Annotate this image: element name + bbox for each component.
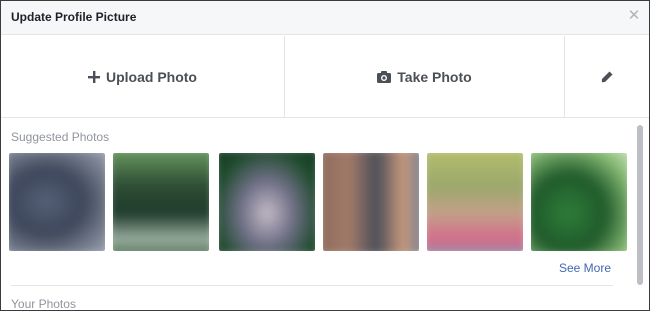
upload-photo-label: Upload Photo [106, 68, 197, 85]
edit-button[interactable] [565, 36, 649, 117]
suggested-photo-5[interactable] [427, 153, 523, 251]
your-photos-heading: Your Photos [11, 297, 76, 311]
pencil-icon [601, 71, 613, 83]
suggested-photo-4[interactable] [323, 153, 419, 251]
suggested-photo-6[interactable] [531, 153, 627, 251]
scrollbar-thumb[interactable] [637, 125, 643, 285]
see-more-link[interactable]: See More [559, 261, 611, 275]
take-photo-label: Take Photo [397, 68, 472, 85]
suggested-photos-heading: Suggested Photos [11, 130, 110, 144]
suggested-photos-row [9, 153, 629, 253]
upload-photo-button[interactable]: Upload Photo [1, 36, 285, 117]
suggested-photo-1[interactable] [9, 153, 105, 251]
photos-content: Suggested Photos See More Your Photos [1, 119, 649, 311]
plus-icon [88, 70, 100, 83]
action-bar: Upload Photo Take Photo [1, 36, 649, 118]
close-icon[interactable]: ✕ [627, 8, 641, 23]
dialog-header: Update Profile Picture ✕ [1, 1, 649, 35]
take-photo-button[interactable]: Take Photo [285, 36, 565, 117]
dialog-title: Update Profile Picture [11, 10, 137, 24]
update-profile-picture-dialog: Update Profile Picture ✕ Upload Photo Ta… [0, 0, 650, 311]
section-divider [11, 285, 613, 286]
suggested-photo-2[interactable] [113, 153, 209, 251]
suggested-photo-3[interactable] [219, 153, 315, 251]
camera-icon [377, 70, 392, 83]
